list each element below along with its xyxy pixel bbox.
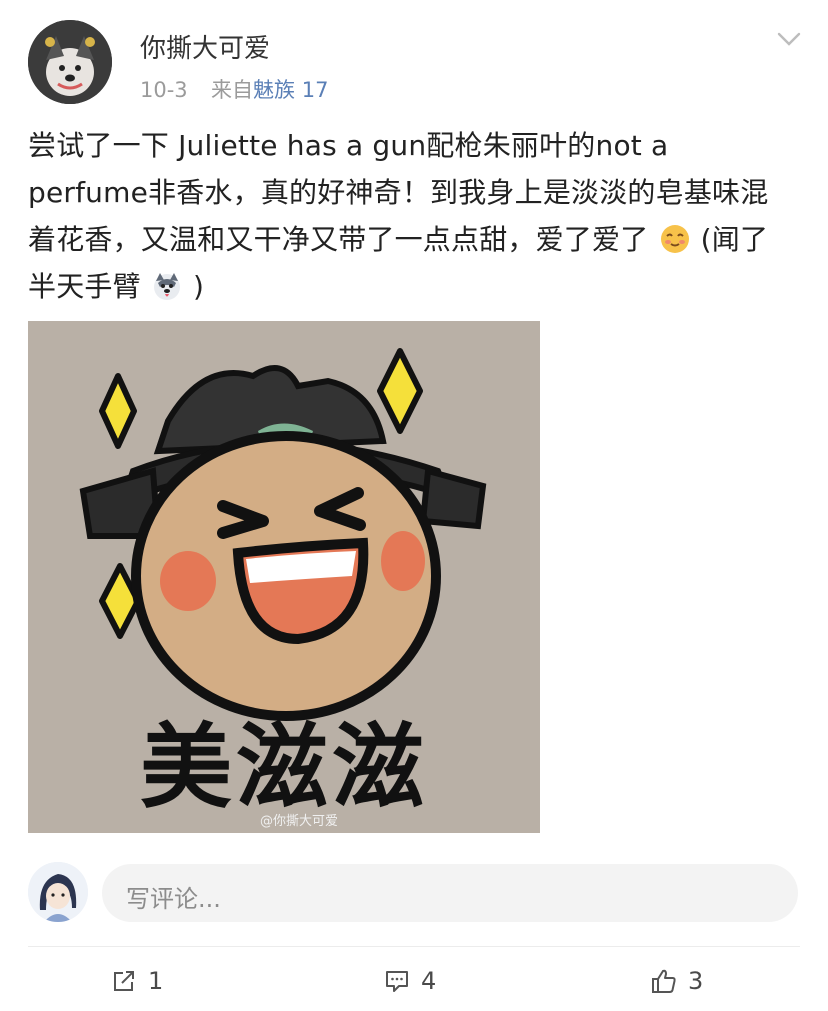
comment-count: 4 xyxy=(421,967,437,995)
image-watermark: @你撕大可爱 xyxy=(260,814,339,829)
girl-avatar-image xyxy=(28,862,88,922)
user-avatar[interactable] xyxy=(28,20,112,104)
post-text-close: ) xyxy=(193,270,205,303)
sticker-caption: 美滋滋 xyxy=(139,714,428,821)
source-prefix: 来自 xyxy=(211,78,254,102)
repost-count: 1 xyxy=(148,967,164,995)
post-text: 尝试了一下 Juliette has a gun配枪朱丽叶的not a perf… xyxy=(28,122,788,310)
post-image[interactable]: 美滋滋 @你撕大可爱 xyxy=(28,321,540,833)
husky-avatar-image xyxy=(28,20,112,104)
share-icon xyxy=(114,971,134,991)
like-count: 3 xyxy=(688,967,704,995)
comment-button[interactable]: 4 xyxy=(383,964,436,998)
comment-placeholder: 写评论... xyxy=(126,885,221,913)
thumbs-up-icon xyxy=(652,969,676,993)
username[interactable]: 你撕大可爱 xyxy=(140,28,270,65)
repost-button[interactable]: 1 xyxy=(110,964,163,998)
divider xyxy=(28,946,800,947)
like-button[interactable]: 3 xyxy=(650,964,703,998)
post-text-main: 尝试了一下 Juliette has a gun配枪朱丽叶的not a perf… xyxy=(28,129,769,256)
post-date: 10-3 xyxy=(140,78,188,102)
post-meta: 10-3 来自魅族 17 xyxy=(140,74,328,104)
current-user-avatar[interactable] xyxy=(28,862,88,922)
chevron-down-icon[interactable] xyxy=(776,26,802,52)
husky-dog-emoji-icon xyxy=(153,273,180,300)
comment-input[interactable]: 写评论... xyxy=(102,864,798,922)
smiling-blush-emoji-icon xyxy=(660,225,689,253)
source-device-link[interactable]: 魅族 17 xyxy=(253,78,328,102)
comment-icon xyxy=(386,971,408,992)
